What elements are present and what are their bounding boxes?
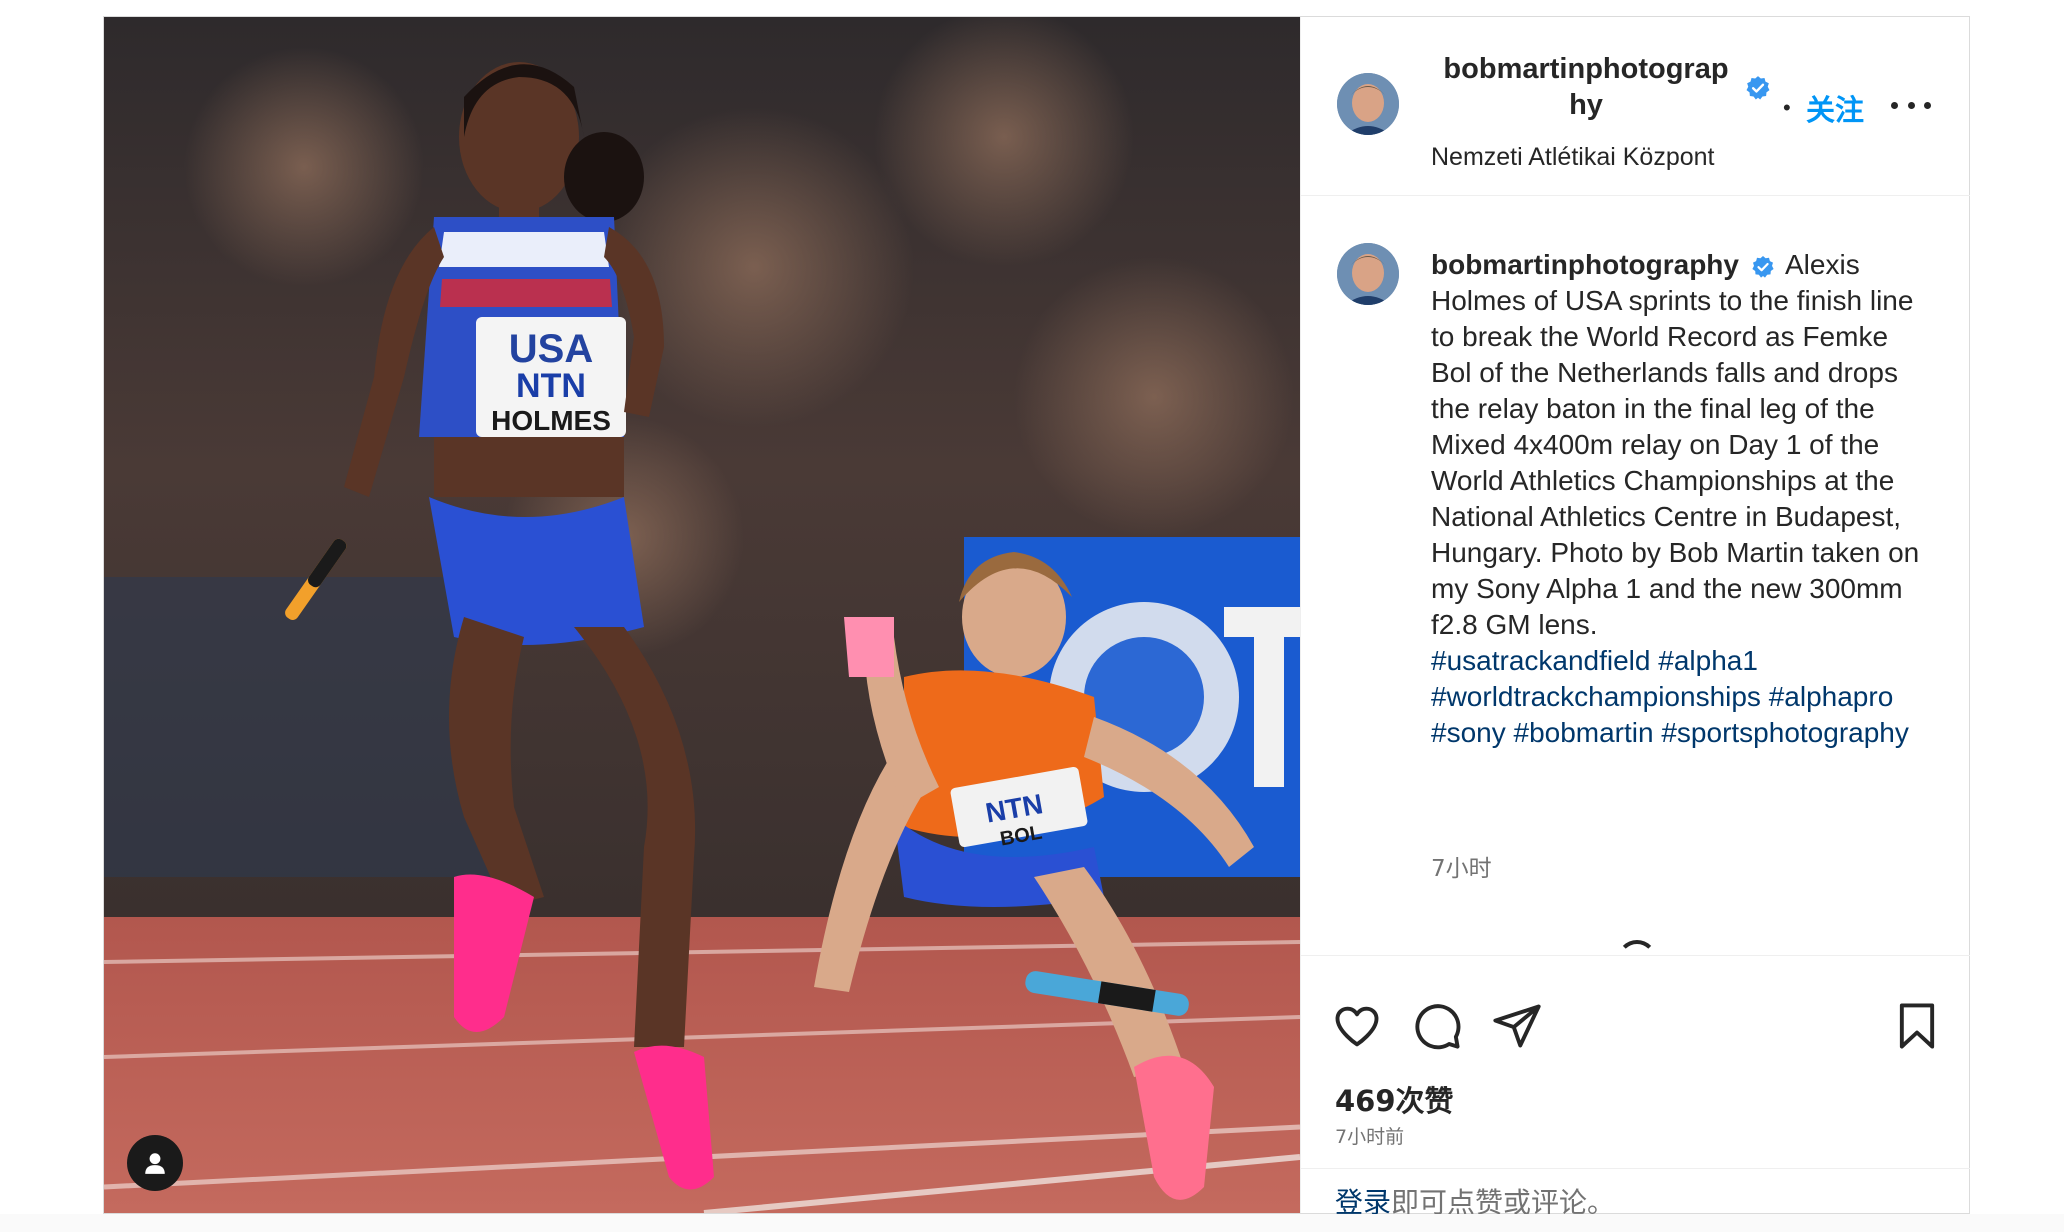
header-username-line2: hy	[1569, 89, 1603, 121]
bib-sponsor: NTN	[516, 367, 586, 405]
more-horizontal-icon	[1891, 101, 1898, 109]
caption-username[interactable]: bobmartinphotography	[1431, 249, 1739, 280]
header-username-line1: bobmartinphotograp	[1443, 53, 1729, 85]
caption-area: bobmartinphotography Alexis Holmes of US…	[1301, 195, 1970, 955]
user-tag-icon	[145, 1153, 165, 1174]
bib-country: USA	[509, 327, 593, 371]
paper-plane-icon[interactable]	[1491, 1000, 1543, 1052]
heart-icon[interactable]	[1331, 1000, 1383, 1052]
comment-icon[interactable]	[1411, 1000, 1463, 1052]
instagram-post: USA NTN HOLMES NTN BOL bobmartinphotogra…	[103, 16, 1970, 1219]
user-tag-button[interactable]	[127, 1135, 183, 1191]
like-count[interactable]: 469次赞	[1335, 1078, 1454, 1120]
location-link[interactable]: Nemzeti Atlétikai Központ	[1431, 143, 1714, 172]
more-options-button[interactable]	[1891, 97, 1931, 113]
bookmark-icon[interactable]	[1891, 1000, 1943, 1052]
post-timestamp: 7小时前	[1335, 1126, 1405, 1148]
post-photo[interactable]: USA NTN HOLMES NTN BOL	[104, 17, 1300, 1213]
caption-text: Alexis Holmes of USA sprints to the fini…	[1431, 249, 1920, 640]
caption-avatar[interactable]	[1337, 243, 1399, 305]
verified-badge-icon	[1746, 76, 1770, 100]
post-sidebar: bobmartinphotograp hy • 关注 Nemzeti Atlét…	[1300, 17, 1970, 1219]
caption-time: 7小时	[1431, 856, 1492, 882]
profile-photo	[1337, 73, 1399, 135]
action-bar: 469次赞 7小时前 登录即可点赞或评论。	[1301, 955, 1970, 1219]
verified-badge-icon	[1752, 255, 1774, 278]
bib-name: HOLMES	[491, 405, 611, 436]
loading-spinner	[1617, 940, 1657, 955]
page-footer-strip	[0, 1214, 2064, 1232]
profile-photo	[1337, 243, 1399, 305]
follow-button[interactable]: 关注	[1806, 87, 1864, 129]
avatar[interactable]	[1337, 73, 1399, 135]
caption-hashtags[interactable]: #usatrackandfield #alpha1 #worldtrackcha…	[1431, 645, 1909, 748]
header-username[interactable]: bobmartinphotograp hy	[1431, 51, 1741, 123]
post-header: bobmartinphotograp hy • 关注 Nemzeti Atlét…	[1301, 17, 1970, 196]
login-prompt: 登录即可点赞或评论。	[1301, 1168, 1970, 1219]
caption: bobmartinphotography Alexis Holmes of US…	[1431, 247, 1931, 751]
separator-dot: •	[1783, 95, 1791, 120]
athletes-photo: USA NTN HOLMES NTN BOL	[104, 17, 1300, 1213]
